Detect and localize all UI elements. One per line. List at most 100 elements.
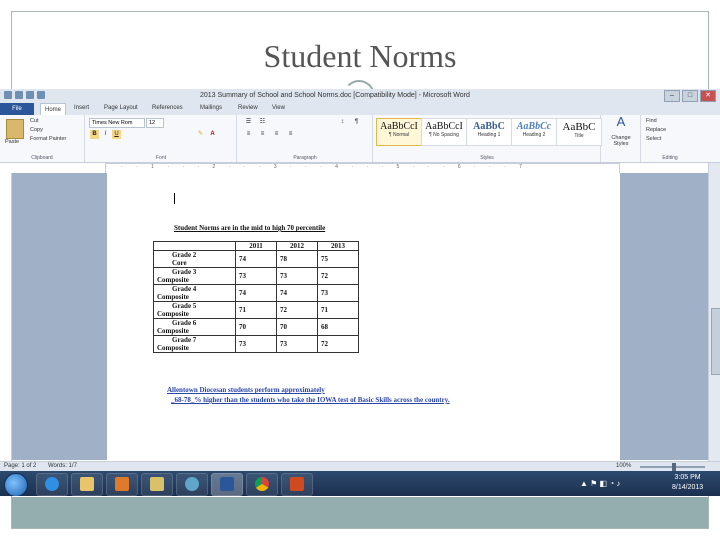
value-2011: 73 bbox=[235, 267, 277, 285]
tab-review[interactable]: Review bbox=[238, 105, 258, 111]
bold-button[interactable]: B bbox=[90, 130, 99, 139]
grade-label: Grade 3 Composite bbox=[153, 267, 236, 285]
value-2011: 71 bbox=[235, 301, 277, 319]
tab-mailings[interactable]: Mailings bbox=[200, 105, 222, 111]
value-2013: 73 bbox=[317, 284, 359, 302]
zoom-level[interactable]: 100% bbox=[616, 463, 631, 469]
comparison-note: Allentown Diocesan students perform appr… bbox=[167, 385, 450, 405]
paragraph-group: ☰ ☷ ↕ ¶ ≡ ≡ ≡ ≡ Paragraph bbox=[238, 115, 373, 162]
scrollbar-thumb[interactable] bbox=[711, 308, 720, 375]
taskbar-folder[interactable] bbox=[141, 473, 173, 496]
style-title[interactable]: AaBbC Title bbox=[556, 118, 602, 146]
grade-label: Grade 7 Composite bbox=[153, 335, 236, 353]
select-button[interactable]: Select bbox=[646, 136, 661, 142]
tab-page-layout[interactable]: Page Layout bbox=[104, 105, 138, 111]
page-count[interactable]: Page: 1 of 2 bbox=[4, 463, 36, 469]
ribbon-tabs: File Home Insert Page Layout References … bbox=[0, 103, 720, 116]
format-painter-button[interactable]: Format Painter bbox=[30, 136, 66, 142]
taskbar-clock[interactable]: 3:05 PM 8/14/2013 bbox=[672, 473, 703, 493]
word-app-icon[interactable] bbox=[4, 91, 12, 99]
grade-name: Grade 3 bbox=[172, 268, 197, 276]
font-label: Font bbox=[155, 155, 166, 161]
highlight-icon[interactable]: ✎ bbox=[196, 130, 205, 139]
tab-insert[interactable]: Insert bbox=[74, 105, 89, 111]
paste-icon[interactable] bbox=[6, 119, 24, 139]
taskbar-powerpoint[interactable] bbox=[281, 473, 313, 496]
value-2012: 73 bbox=[276, 335, 318, 353]
tab-file[interactable]: File bbox=[0, 103, 34, 115]
style-heading-1[interactable]: AaBbC Heading 1 bbox=[466, 118, 512, 146]
text-cursor bbox=[174, 193, 175, 204]
taskbar-network[interactable] bbox=[176, 473, 208, 496]
underline-button[interactable]: U bbox=[112, 130, 121, 139]
system-tray[interactable]: ▲ ⚑ ◧ ◔ ♪ bbox=[580, 479, 620, 488]
tab-references[interactable]: References bbox=[152, 105, 183, 111]
save-icon[interactable] bbox=[15, 91, 23, 99]
table-header: 2011 bbox=[235, 241, 277, 251]
slide-footer-band bbox=[12, 497, 708, 528]
maximize-button[interactable]: □ bbox=[682, 90, 698, 102]
taskbar-chrome[interactable] bbox=[246, 473, 278, 496]
justify-icon[interactable]: ≡ bbox=[286, 130, 295, 139]
value-2013: 72 bbox=[317, 335, 359, 353]
redo-icon[interactable] bbox=[37, 91, 45, 99]
cut-button[interactable]: Cut bbox=[30, 118, 39, 124]
paste-button[interactable]: Paste bbox=[5, 139, 19, 145]
align-left-icon[interactable]: ≡ bbox=[244, 130, 253, 139]
zoom-slider-handle[interactable] bbox=[672, 463, 676, 471]
grade-label: Grade 5 Composite bbox=[153, 301, 236, 319]
change-styles-button[interactable]: Change Styles bbox=[604, 135, 638, 147]
change-styles-icon[interactable]: A bbox=[614, 115, 628, 131]
align-center-icon[interactable]: ≡ bbox=[258, 130, 267, 139]
font-name-box[interactable]: Times New Rom bbox=[89, 118, 145, 128]
table-header-row: 2011 2012 2013 bbox=[153, 241, 359, 251]
close-button[interactable]: ✕ bbox=[700, 90, 716, 102]
table-row: Grade 2 Core 74 78 75 bbox=[153, 250, 359, 268]
document-page[interactable]: Student Norms are in the mid to high 70 … bbox=[107, 173, 620, 460]
style-sample: AaBbCcI bbox=[380, 121, 418, 132]
minimize-button[interactable]: – bbox=[664, 90, 680, 102]
value-2011: 74 bbox=[235, 250, 277, 268]
replace-button[interactable]: Replace bbox=[646, 127, 666, 133]
taskbar-internet-explorer[interactable] bbox=[36, 473, 68, 496]
show-marks-icon[interactable]: ¶ bbox=[352, 118, 361, 127]
find-button[interactable]: Find bbox=[646, 118, 657, 124]
table-header: 2012 bbox=[276, 241, 318, 251]
undo-icon[interactable] bbox=[26, 91, 34, 99]
clock-date: 8/14/2013 bbox=[672, 484, 704, 491]
tab-view[interactable]: View bbox=[272, 105, 285, 111]
font-size-box[interactable]: 12 bbox=[146, 118, 164, 128]
grade-label: Grade 6 Composite bbox=[153, 318, 236, 336]
italic-button[interactable]: I bbox=[101, 130, 110, 139]
vertical-ruler bbox=[2, 173, 12, 473]
style-heading-2[interactable]: AaBbCc Heading 2 bbox=[511, 118, 557, 146]
ribbon: Paste Cut Copy Format Painter Clipboard … bbox=[0, 115, 720, 163]
word-count[interactable]: Words: 1/7 bbox=[48, 463, 77, 469]
internet-explorer-icon bbox=[45, 477, 59, 491]
network-icon bbox=[185, 477, 199, 491]
folder-icon bbox=[80, 477, 94, 491]
value-2012: 70 bbox=[276, 318, 318, 336]
font-color-icon[interactable]: A bbox=[208, 130, 217, 139]
taskbar-word[interactable] bbox=[211, 473, 243, 496]
taskbar-file-explorer[interactable] bbox=[71, 473, 103, 496]
paragraph-label: Paragraph bbox=[293, 155, 317, 161]
word-titlebar: 2013 Summary of School and School Norms.… bbox=[0, 89, 720, 103]
style-normal[interactable]: AaBbCcI ¶ Normal bbox=[376, 118, 422, 146]
value-2013: 71 bbox=[317, 301, 359, 319]
style-name: Title bbox=[574, 133, 584, 139]
style-sample: AaBbC bbox=[562, 121, 596, 133]
style-sample: AaBbCc bbox=[516, 121, 552, 132]
start-button[interactable] bbox=[4, 473, 28, 496]
style-no-spacing[interactable]: AaBbCcI ¶ No Spacing bbox=[421, 118, 467, 146]
sort-icon[interactable]: ↕ bbox=[338, 118, 347, 127]
taskbar-media-player[interactable] bbox=[106, 473, 138, 496]
style-name: Heading 2 bbox=[522, 132, 546, 138]
table-row: Grade 7 Composite 73 73 72 bbox=[153, 335, 359, 353]
copy-button[interactable]: Copy bbox=[30, 127, 43, 133]
chrome-icon bbox=[255, 477, 269, 491]
bullets-icon[interactable]: ☰ bbox=[244, 118, 253, 127]
numbering-icon[interactable]: ☷ bbox=[258, 118, 267, 127]
align-right-icon[interactable]: ≡ bbox=[272, 130, 281, 139]
vertical-scrollbar[interactable] bbox=[708, 163, 720, 463]
